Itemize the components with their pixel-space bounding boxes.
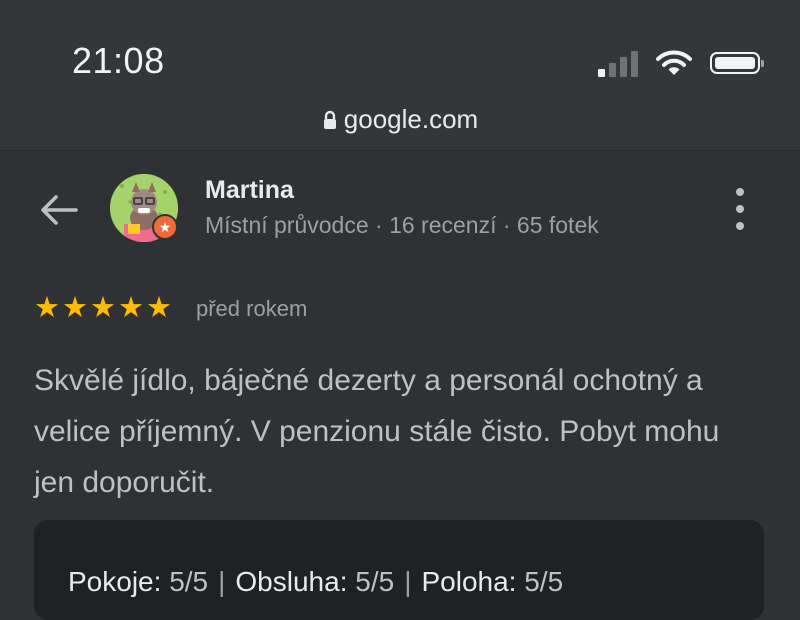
star-icon: ★: [90, 292, 116, 324]
review-date: před rokem: [196, 296, 308, 321]
ratings-row: Pokoje: 5/5 | Obsluha: 5/5 | Poloha: 5/5: [68, 566, 563, 598]
lock-icon: [323, 110, 336, 129]
browser-top-bar: 21:08 google.com: [0, 0, 800, 151]
more-vertical-icon[interactable]: [728, 188, 752, 230]
wifi-icon: [656, 50, 692, 75]
rating-value-location: 5/5: [524, 566, 564, 597]
reviewer-name[interactable]: Martina: [205, 176, 294, 205]
address-bar[interactable]: google.com: [0, 104, 800, 135]
rating-separator: |: [218, 566, 226, 597]
star-rating: ★ ★ ★ ★ ★: [34, 293, 172, 323]
ratings-card: Pokoje: 5/5 | Obsluha: 5/5 | Poloha: 5/5: [34, 520, 764, 620]
star-icon: ★: [34, 292, 60, 324]
star-icon: ★: [62, 292, 88, 324]
rating-label-location: Poloha:: [421, 566, 517, 597]
rating-value-rooms: 5/5: [169, 566, 209, 597]
signal-icon: [598, 49, 638, 77]
rating-value-service: 5/5: [355, 566, 395, 597]
rating-label-service: Obsluha:: [235, 566, 348, 597]
rating-separator: |: [404, 566, 412, 597]
star-badge-icon: ★: [152, 214, 178, 240]
reviewer-meta: Místní průvodce · 16 recenzí · 65 fotek: [205, 212, 599, 238]
url-text: google.com: [343, 104, 479, 134]
status-time: 21:08: [72, 40, 165, 81]
rating-label-rooms: Pokoje:: [68, 566, 162, 597]
star-icon: ★: [146, 292, 172, 324]
arrow-left-icon[interactable]: [36, 190, 80, 230]
battery-icon: [710, 52, 764, 74]
star-icon: ★: [118, 292, 144, 324]
status-icons: [598, 46, 764, 80]
review-text: Skvělé jídlo, báječné dezerty a personál…: [34, 364, 720, 499]
